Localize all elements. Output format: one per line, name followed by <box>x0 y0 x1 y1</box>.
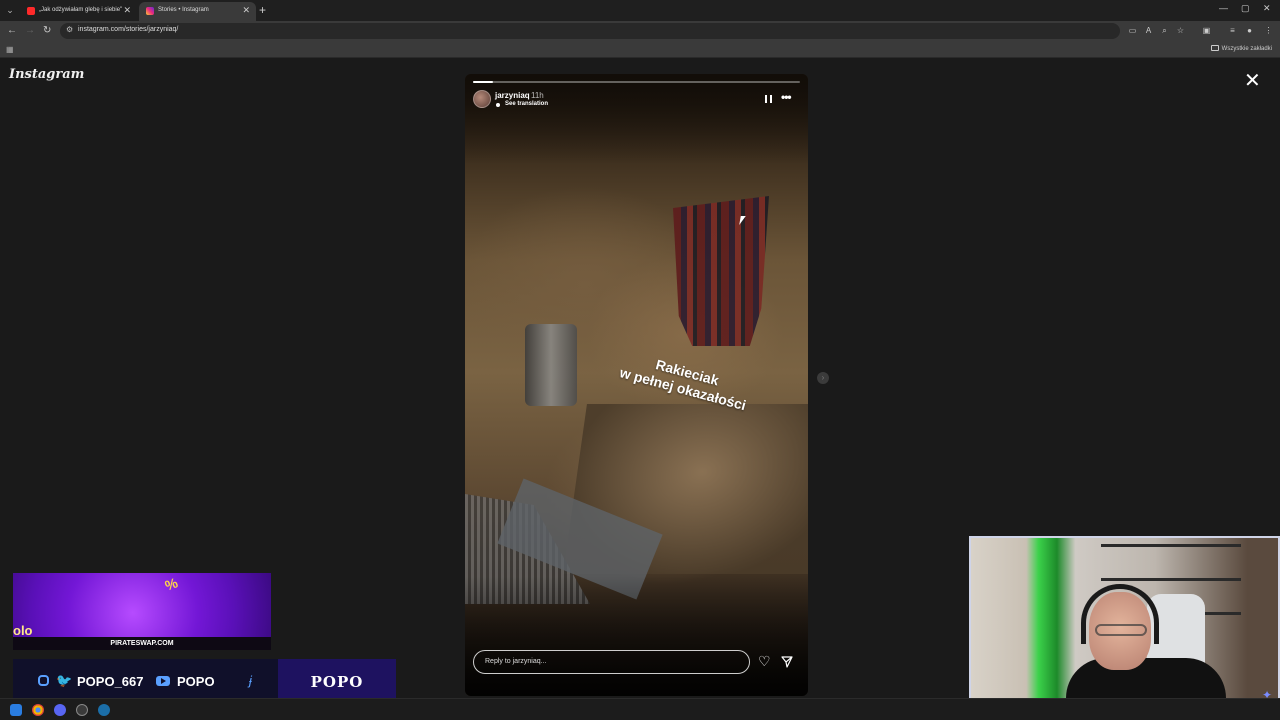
back-icon[interactable]: ← <box>7 25 17 36</box>
story-username[interactable]: jarzyniaq <box>495 91 530 100</box>
story-image-barrel <box>525 324 577 406</box>
coin-icon: % <box>162 574 180 594</box>
os-taskbar <box>0 698 1280 720</box>
omnibox[interactable]: ⚙ instagram.com/stories/jarzyniaq/ <box>60 23 1120 39</box>
avatar[interactable] <box>473 90 491 108</box>
maximize-icon[interactable]: ▢ <box>1241 3 1250 14</box>
youtube-favicon-icon <box>27 7 35 15</box>
cast-icon[interactable]: ▭ <box>1128 26 1137 35</box>
windows-start-icon[interactable] <box>10 704 22 716</box>
see-translation-link[interactable]: See translation <box>505 101 548 107</box>
all-bookmarks-button[interactable]: Wszystkie zakładki <box>1210 45 1272 52</box>
sponsor-banner: % olo PIRATESWAP.COM <box>13 573 271 650</box>
tab-close-icon[interactable]: ✕ <box>123 5 131 16</box>
chrome-icon[interactable] <box>32 704 44 716</box>
more-options-icon[interactable]: ••• <box>781 90 792 104</box>
all-bookmarks-label: Wszystkie zakładki <box>1221 46 1272 52</box>
tab-search-icon[interactable]: ⌄ <box>4 4 16 16</box>
webcam-feed: ✦ <box>969 536 1280 712</box>
translation-dot-icon <box>496 103 500 107</box>
instagram-icon <box>38 675 49 686</box>
window-close-icon[interactable]: ✕ <box>1263 3 1271 14</box>
tab-title: „Jak odżywiałam glebę i siebie" <box>39 7 123 13</box>
story-progress-bar <box>473 81 800 83</box>
twitter-icon: 🐦 <box>56 673 73 688</box>
forward-icon[interactable]: → <box>25 25 35 36</box>
story-timestamp: 11h <box>531 91 544 100</box>
story-progress-fill <box>473 81 493 83</box>
bookmark-star-icon[interactable]: ☆ <box>1176 26 1185 35</box>
instagram-favicon-icon <box>146 7 154 15</box>
social-handle: POPO_667 <box>77 674 144 689</box>
pause-icon[interactable] <box>765 95 772 103</box>
send-icon[interactable] <box>781 656 793 668</box>
url-text: instagram.com/stories/jarzyniaq/ <box>78 26 179 33</box>
bookmarks-bar: ▦ Wszystkie zakładki <box>0 41 1280 58</box>
obs-icon[interactable] <box>76 704 88 716</box>
folder-icon <box>1210 45 1219 51</box>
tab-instagram-stories[interactable]: Stories • Instagram ✕ <box>139 2 256 21</box>
webcam-glasses <box>1095 624 1147 636</box>
reply-input[interactable]: Reply to jarzyniaq... <box>473 650 750 674</box>
zoom-icon[interactable]: ⌕ <box>1160 26 1169 35</box>
profile-icon[interactable]: ● <box>1245 26 1254 35</box>
extensions-icon[interactable]: ▣ <box>1202 26 1211 35</box>
browser-tab-bar: ⌄ „Jak odżywiałam glebę i siebie" ✕ Stor… <box>0 0 1280 21</box>
address-toolbar: ← → ↻ ⚙ instagram.com/stories/jarzyniaq/… <box>0 21 1280 41</box>
menu-kebab-icon[interactable]: ⋮ <box>1264 26 1273 35</box>
story-image-rug <box>673 196 769 346</box>
close-icon[interactable]: ✕ <box>1244 71 1261 91</box>
story-image-ceiling <box>465 74 808 164</box>
reply-placeholder: Reply to jarzyniaq... <box>485 658 547 665</box>
youtube-name: POPO <box>177 674 215 689</box>
banner-site-label: PIRATESWAP.COM <box>13 637 271 650</box>
minimize-icon[interactable]: — <box>1219 3 1228 13</box>
discord-icon[interactable] <box>54 704 66 716</box>
banner-art: % olo <box>13 573 271 638</box>
plus-icon[interactable]: + <box>259 3 266 17</box>
tab-close-icon[interactable]: ✕ <box>242 5 250 16</box>
tab-title: Stories • Instagram <box>158 7 209 13</box>
reload-icon[interactable]: ↻ <box>43 25 51 36</box>
sidebar-icon[interactable]: ≡ <box>1228 26 1237 35</box>
youtube-icon <box>156 676 170 686</box>
heart-icon[interactable]: ♡ <box>758 654 771 668</box>
site-info-icon[interactable]: ⚙ <box>66 25 73 34</box>
kick-icon: ɉ <box>249 673 252 688</box>
next-story-chevron-icon[interactable]: › <box>817 372 829 384</box>
translate-icon[interactable]: A <box>1144 26 1153 35</box>
story-viewer[interactable]: jarzyniaq 11h See translation ••• Rakiec… <box>465 74 808 696</box>
banner-partial-text: olo <box>13 623 33 638</box>
instagram-logo[interactable]: Instagram <box>9 67 84 82</box>
tab-youtube[interactable]: „Jak odżywiałam glebę i siebie" ✕ <box>20 2 137 21</box>
story-bottom-gradient <box>465 576 808 696</box>
apps-grid-icon[interactable]: ▦ <box>6 45 14 54</box>
telegram-icon[interactable] <box>98 704 110 716</box>
